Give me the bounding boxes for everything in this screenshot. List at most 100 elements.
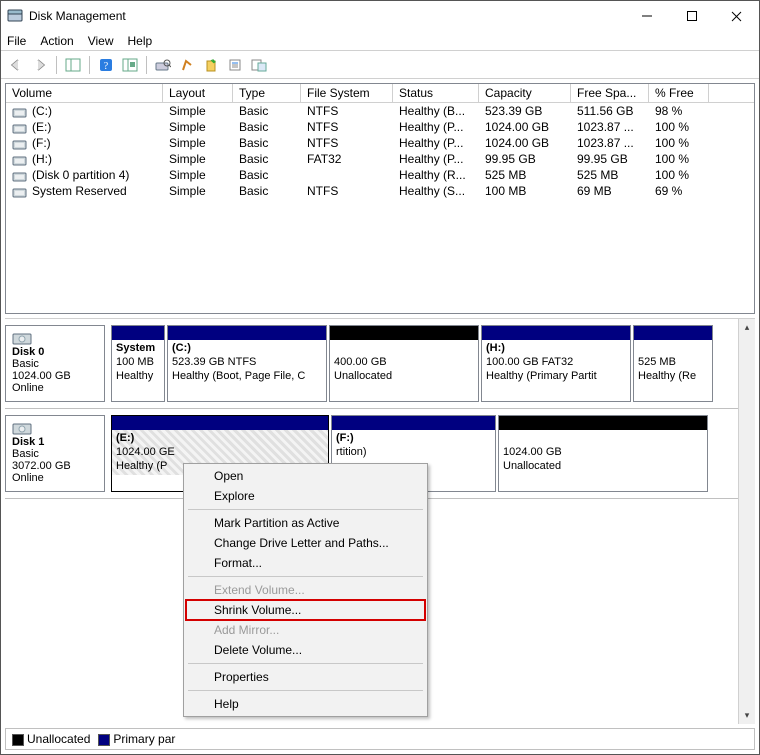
partition[interactable]: (C:)523.39 GB NTFSHealthy (Boot, Page Fi… <box>167 325 327 402</box>
action-b-button[interactable] <box>200 54 222 76</box>
ctx-delete[interactable]: Delete Volume... <box>186 640 425 660</box>
partition[interactable]: (H:)100.00 GB FAT32Healthy (Primary Part… <box>481 325 631 402</box>
help-button[interactable]: ? <box>95 54 117 76</box>
cell: Simple <box>163 135 233 151</box>
volume-row[interactable]: (C:)SimpleBasicNTFSHealthy (B...523.39 G… <box>6 103 754 119</box>
menu-help[interactable]: Help <box>128 34 153 48</box>
cell: 99.95 GB <box>479 151 571 167</box>
col-volume[interactable]: Volume <box>6 84 163 103</box>
cell <box>301 167 393 183</box>
ctx-mark-active[interactable]: Mark Partition as Active <box>186 513 425 533</box>
forward-button[interactable] <box>29 54 51 76</box>
toolbar-separator <box>56 56 57 74</box>
cell: 98 % <box>649 103 709 119</box>
cell: 100 % <box>649 167 709 183</box>
col-layout[interactable]: Layout <box>163 84 233 103</box>
disk-state: Online <box>12 472 98 484</box>
show-hide-tree-button[interactable] <box>62 54 84 76</box>
partition-stripe <box>330 326 478 340</box>
cell: (Disk 0 partition 4) <box>6 167 163 183</box>
ctx-explore[interactable]: Explore <box>186 486 425 506</box>
cell: 525 MB <box>571 167 649 183</box>
partition-unallocated[interactable]: 400.00 GBUnallocated <box>329 325 479 402</box>
drive-icon <box>12 138 28 150</box>
legend-unallocated-label: Unallocated <box>27 732 90 746</box>
cell: Simple <box>163 119 233 135</box>
disk-header[interactable]: Disk 0Basic1024.00 GBOnline <box>5 325 105 402</box>
col-type[interactable]: Type <box>233 84 301 103</box>
cell: Simple <box>163 151 233 167</box>
volume-list-body[interactable]: (C:)SimpleBasicNTFSHealthy (B...523.39 G… <box>6 103 754 313</box>
disk-size: 1024.00 GB <box>12 370 98 382</box>
col-capacity[interactable]: Capacity <box>479 84 571 103</box>
ctx-shrink[interactable]: Shrink Volume... <box>186 600 425 620</box>
ctx-separator <box>188 576 423 577</box>
volume-row[interactable]: System ReservedSimpleBasicNTFSHealthy (S… <box>6 183 754 199</box>
scroll-down-icon[interactable]: ▾ <box>739 707 755 724</box>
toolbar: ? <box>1 51 759 79</box>
partition-unallocated[interactable]: 1024.00 GBUnallocated <box>498 415 708 492</box>
cell: Basic <box>233 135 301 151</box>
partition-label: (F:)rtition) <box>332 430 495 462</box>
maximize-button[interactable] <box>669 1 714 31</box>
cell: Simple <box>163 167 233 183</box>
partition[interactable]: 525 MBHealthy (Re <box>633 325 713 402</box>
vertical-scrollbar[interactable]: ▴ ▾ <box>738 319 755 724</box>
cell: Healthy (B... <box>393 103 479 119</box>
back-button[interactable] <box>5 54 27 76</box>
menu-view[interactable]: View <box>88 34 114 48</box>
col-spacer <box>709 84 754 103</box>
disk-icon <box>12 420 32 434</box>
cell: System Reserved <box>6 183 163 199</box>
cell: NTFS <box>301 103 393 119</box>
cell: 69 MB <box>571 183 649 199</box>
cell: (C:) <box>6 103 163 119</box>
col-pct[interactable]: % Free <box>649 84 709 103</box>
legend-primary: Primary par <box>98 732 175 746</box>
volume-list-header: Volume Layout Type File System Status Ca… <box>6 84 754 103</box>
cell: Basic <box>233 167 301 183</box>
drive-icon <box>12 154 28 166</box>
properties-button[interactable] <box>224 54 246 76</box>
rescan-disks-button[interactable] <box>152 54 174 76</box>
scroll-up-icon[interactable]: ▴ <box>739 319 755 336</box>
ctx-change-letter[interactable]: Change Drive Letter and Paths... <box>186 533 425 553</box>
cell: 100 % <box>649 135 709 151</box>
volume-row[interactable]: (H:)SimpleBasicFAT32Healthy (P...99.95 G… <box>6 151 754 167</box>
cell: Simple <box>163 183 233 199</box>
ctx-open[interactable]: Open <box>186 466 425 486</box>
drive-icon <box>12 122 28 134</box>
ctx-format[interactable]: Format... <box>186 553 425 573</box>
minimize-button[interactable] <box>624 1 669 31</box>
close-button[interactable] <box>714 1 759 31</box>
cell: (E:) <box>6 119 163 135</box>
volume-row[interactable]: (Disk 0 partition 4)SimpleBasicHealthy (… <box>6 167 754 183</box>
svg-text:?: ? <box>104 61 109 72</box>
ctx-separator <box>188 663 423 664</box>
ctx-help[interactable]: Help <box>186 694 425 714</box>
cell: Basic <box>233 119 301 135</box>
cell: 1023.87 ... <box>571 135 649 151</box>
cell: 99.95 GB <box>571 151 649 167</box>
volume-row[interactable]: (E:)SimpleBasicNTFSHealthy (P...1024.00 … <box>6 119 754 135</box>
disk-header[interactable]: Disk 1Basic3072.00 GBOnline <box>5 415 105 492</box>
volume-row[interactable]: (F:)SimpleBasicNTFSHealthy (P...1024.00 … <box>6 135 754 151</box>
menubar: File Action View Help <box>1 31 759 51</box>
action-c-button[interactable] <box>248 54 270 76</box>
action-a-button[interactable] <box>176 54 198 76</box>
col-fs[interactable]: File System <box>301 84 393 103</box>
menu-action[interactable]: Action <box>40 34 73 48</box>
partition[interactable]: System100 MBHealthy <box>111 325 165 402</box>
ctx-properties[interactable]: Properties <box>186 667 425 687</box>
window-buttons <box>624 1 759 31</box>
menu-file[interactable]: File <box>7 34 26 48</box>
cell: Basic <box>233 183 301 199</box>
refresh-button[interactable] <box>119 54 141 76</box>
disk-state: Online <box>12 382 98 394</box>
disk-type: Basic <box>12 448 98 460</box>
cell: 100 MB <box>479 183 571 199</box>
col-status[interactable]: Status <box>393 84 479 103</box>
disk-icon <box>12 330 32 344</box>
col-free[interactable]: Free Spa... <box>571 84 649 103</box>
partition-stripe <box>499 416 707 430</box>
